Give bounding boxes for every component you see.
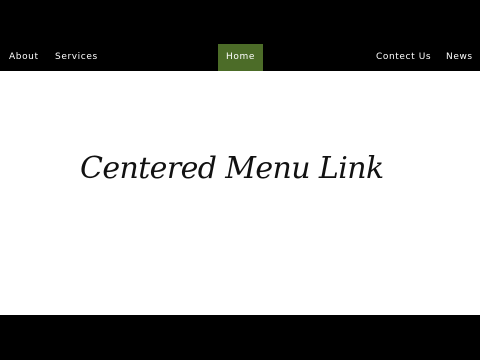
nav-link-news[interactable]: News — [446, 44, 473, 71]
nav-link-services[interactable]: Services — [55, 44, 98, 71]
bottom-letterbox-bar — [0, 315, 480, 360]
page-headline: Centered Menu Link — [80, 151, 384, 186]
nav-link-home[interactable]: Home — [218, 44, 263, 71]
video-frame: About Services Home Contect Us News Cent… — [0, 0, 480, 360]
nav-link-contact-us[interactable]: Contect Us — [376, 44, 431, 71]
main-content: Centered Menu Link — [0, 71, 480, 315]
navigation-bar: About Services Home Contect Us News — [0, 44, 480, 71]
nav-link-about[interactable]: About — [9, 44, 39, 71]
